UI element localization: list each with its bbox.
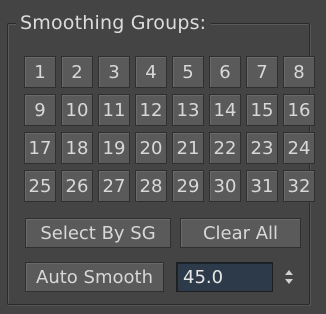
select-by-sg-button[interactable]: Select By SG	[25, 218, 171, 248]
smoothing-group-button-4[interactable]: 4	[135, 56, 167, 88]
smoothing-group-button-23[interactable]: 23	[246, 132, 278, 164]
smoothing-group-button-13[interactable]: 13	[172, 94, 204, 126]
smoothing-group-button-8[interactable]: 8	[283, 56, 315, 88]
clear-all-button[interactable]: Clear All	[180, 218, 301, 248]
smoothing-group-button-18[interactable]: 18	[61, 132, 93, 164]
smoothing-group-button-27[interactable]: 27	[98, 170, 130, 202]
smoothing-group-button-17[interactable]: 17	[24, 132, 56, 164]
smoothing-group-button-31[interactable]: 31	[246, 170, 278, 202]
auto-smooth-threshold-input[interactable]	[176, 262, 273, 292]
smoothing-group-button-12[interactable]: 12	[135, 94, 167, 126]
smoothing-group-button-9[interactable]: 9	[24, 94, 56, 126]
smoothing-group-button-19[interactable]: 19	[98, 132, 130, 164]
smoothing-group-button-21[interactable]: 21	[172, 132, 204, 164]
smoothing-group-button-1[interactable]: 1	[24, 56, 56, 88]
smoothing-group-button-3[interactable]: 3	[98, 56, 130, 88]
spinner-arrows-icon[interactable]	[282, 263, 296, 291]
smoothing-group-button-22[interactable]: 22	[209, 132, 241, 164]
smoothing-group-button-29[interactable]: 29	[172, 170, 204, 202]
smoothing-group-button-5[interactable]: 5	[172, 56, 204, 88]
smoothing-group-button-7[interactable]: 7	[246, 56, 278, 88]
smoothing-group-button-16[interactable]: 16	[283, 94, 315, 126]
smoothing-group-button-14[interactable]: 14	[209, 94, 241, 126]
smoothing-group-button-25[interactable]: 25	[24, 170, 56, 202]
smoothing-group-button-26[interactable]: 26	[61, 170, 93, 202]
smoothing-group-button-28[interactable]: 28	[135, 170, 167, 202]
spinner-down-arrow-icon[interactable]	[285, 279, 293, 284]
smoothing-group-button-24[interactable]: 24	[283, 132, 315, 164]
smoothing-group-button-15[interactable]: 15	[246, 94, 278, 126]
smoothing-group-grid: 1 2 3 4 5 6 7 8 9 10 11 12 13 14 15 16 1…	[24, 56, 315, 202]
smoothing-group-button-2[interactable]: 2	[61, 56, 93, 88]
smoothing-group-button-10[interactable]: 10	[61, 94, 93, 126]
smoothing-group-button-6[interactable]: 6	[209, 56, 241, 88]
smoothing-group-button-32[interactable]: 32	[283, 170, 315, 202]
smoothing-group-button-30[interactable]: 30	[209, 170, 241, 202]
group-title: Smoothing Groups:	[16, 8, 212, 38]
auto-smooth-button[interactable]: Auto Smooth	[25, 262, 164, 292]
smoothing-group-button-20[interactable]: 20	[135, 132, 167, 164]
spinner-up-arrow-icon[interactable]	[285, 270, 293, 275]
smoothing-group-button-11[interactable]: 11	[98, 94, 130, 126]
